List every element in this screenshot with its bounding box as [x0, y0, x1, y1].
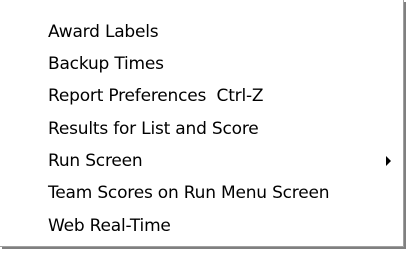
- submenu-arrow-icon: [386, 156, 391, 166]
- menu-item-web-real-time[interactable]: Web Real-Time: [0, 210, 403, 241]
- menu-item-award-labels[interactable]: Award Labels: [0, 16, 403, 47]
- menu-item-label: Run Screen: [48, 150, 143, 171]
- menu-item-label: Award Labels: [48, 21, 159, 42]
- menu-item-label: Team Scores on Run Menu Screen: [48, 182, 330, 203]
- menu-item-backup-times[interactable]: Backup Times: [0, 48, 403, 79]
- menu-item-run-screen[interactable]: Run Screen: [0, 145, 403, 176]
- menu-item-label: Report Preferences Ctrl-Z: [48, 85, 264, 106]
- menu-item-label: Results for List and Score: [48, 118, 259, 139]
- menu-item-report-preferences[interactable]: Report Preferences Ctrl-Z: [0, 80, 403, 111]
- menu-item-label: Web Real-Time: [48, 215, 171, 236]
- menu-item-label: Backup Times: [48, 53, 164, 74]
- context-menu: Award Labels Backup Times Report Prefere…: [0, 0, 404, 247]
- menu-item-team-scores-on-run-menu-screen[interactable]: Team Scores on Run Menu Screen: [0, 177, 403, 208]
- menu-item-results-for-list-and-score[interactable]: Results for List and Score: [0, 113, 403, 144]
